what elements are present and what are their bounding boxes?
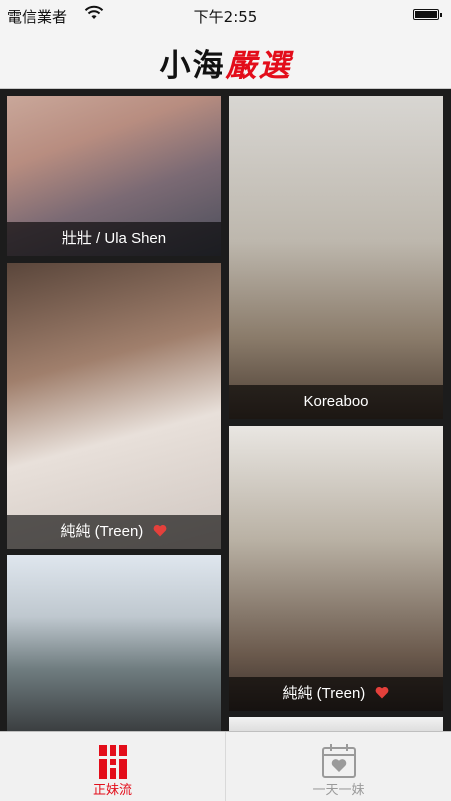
card-caption: 純純 (Treen) (7, 515, 221, 549)
photo-feed[interactable]: 壯壯 / Ula Shen 純純 (Treen) Koreaboo 純純 (Tr… (0, 89, 451, 731)
card-photo (229, 96, 443, 419)
card-photo (7, 555, 221, 731)
card-photo (7, 263, 221, 549)
app-title: 小海嚴選 (160, 40, 292, 85)
card-caption-text: 純純 (Treen) (60, 523, 144, 540)
card-photo (229, 426, 443, 711)
feed-card[interactable] (229, 717, 443, 731)
card-caption: 純純 (Treen) (229, 677, 443, 711)
feed-card[interactable] (7, 555, 221, 731)
tab-feed[interactable]: 正妹流 (0, 732, 225, 801)
card-caption-text: 純純 (Treen) (282, 685, 366, 702)
feed-card[interactable]: 壯壯 / Ula Shen (7, 96, 221, 256)
tab-daily[interactable]: 一天一妹 (226, 732, 451, 801)
card-caption-text: Koreaboo (303, 393, 369, 410)
card-caption: 壯壯 / Ula Shen (7, 222, 221, 256)
feed-card[interactable]: Koreaboo (229, 96, 443, 419)
heart-icon (154, 524, 167, 537)
heart-icon (376, 686, 389, 699)
tab-feed-label: 正妹流 (92, 783, 132, 798)
card-caption-text: 壯壯 / Ula Shen (61, 230, 167, 247)
grid-bars-icon (95, 745, 130, 779)
clock-time: 下午2:55 (193, 8, 258, 26)
card-photo (229, 717, 443, 731)
battery-icon (413, 9, 442, 20)
calendar-heart-icon (321, 744, 356, 778)
feed-card[interactable]: 純純 (Treen) (229, 426, 443, 711)
tab-daily-label: 一天一妹 (312, 783, 365, 798)
card-caption: Koreaboo (229, 385, 443, 419)
app-title-part1: 小海 (159, 48, 226, 84)
tab-bar: 正妹流 一天一妹 (0, 731, 451, 801)
app-title-part2: 嚴選 (225, 48, 292, 84)
app-header: 小海嚴選 (0, 30, 451, 89)
status-bar: 電信業者 下午2:55 (0, 0, 451, 30)
feed-card[interactable]: 純純 (Treen) (7, 263, 221, 549)
